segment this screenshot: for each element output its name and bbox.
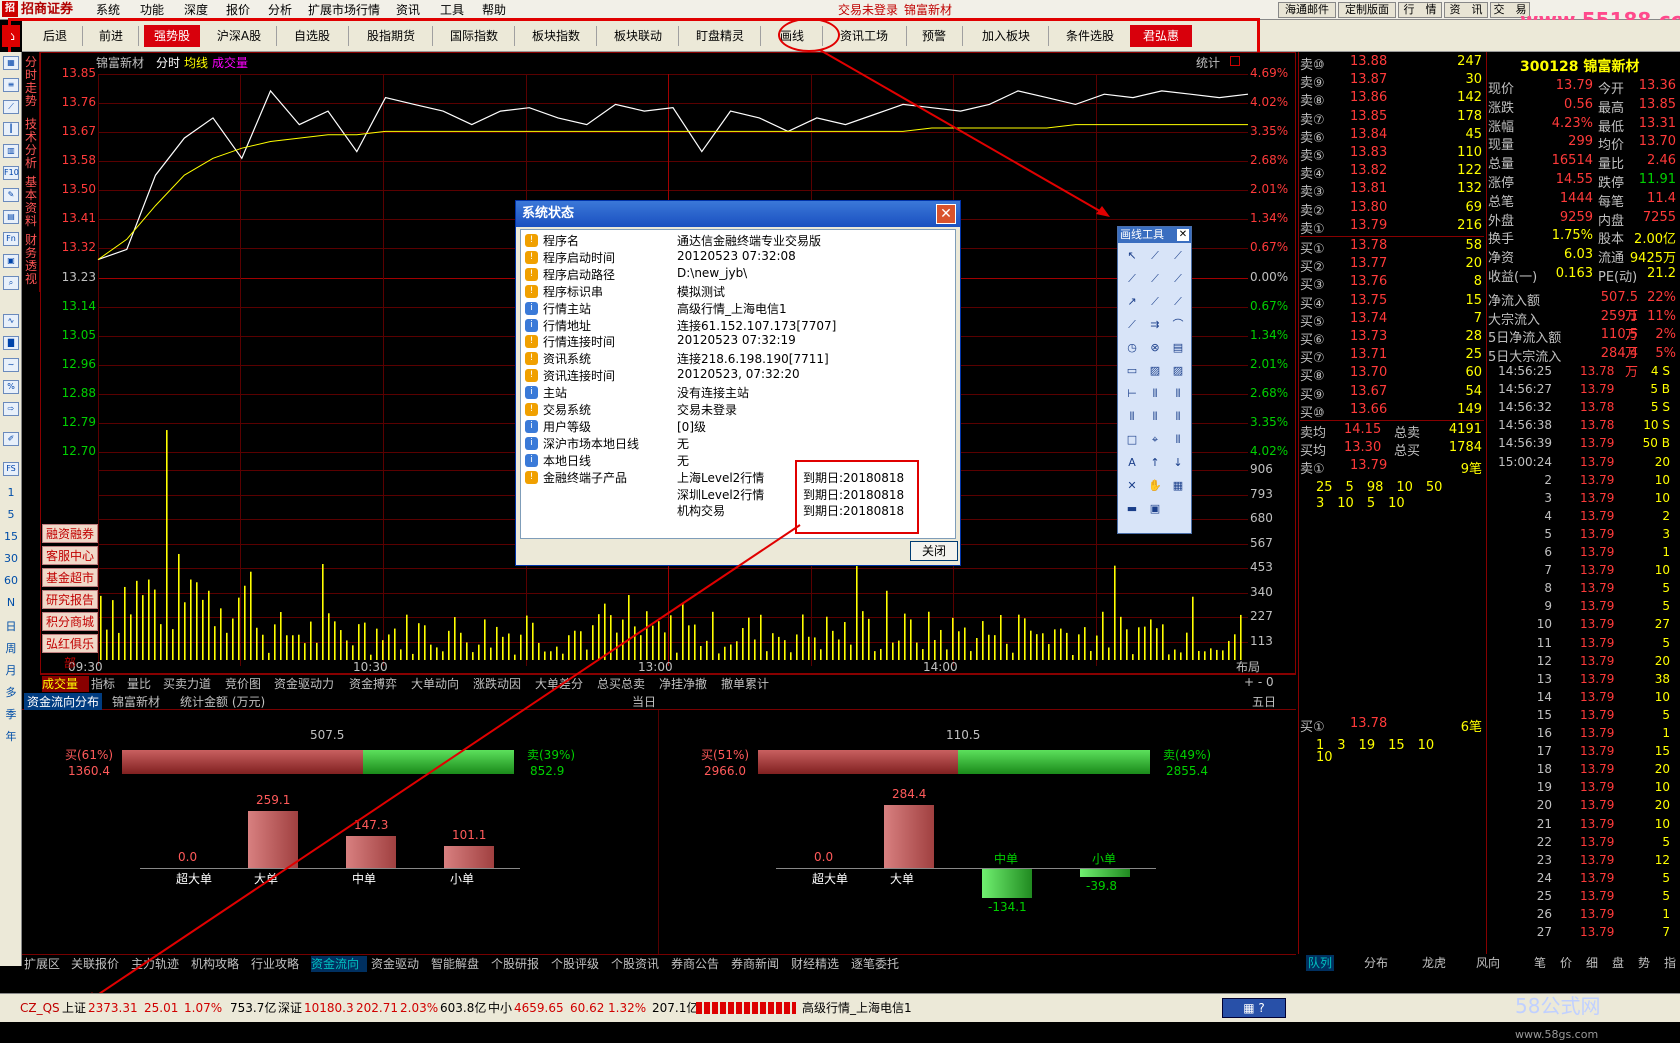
watermark-bottom-url: www.58gs.com	[1515, 1028, 1599, 1041]
sh-index-change: 25.01	[144, 1001, 179, 1015]
sz-index-label[interactable]: 深证	[278, 1000, 302, 1016]
watermark-bottom: 58公式网 www.58gs.com	[1515, 990, 1680, 1043]
keyboard-help-icon[interactable]: ▦ ?	[1222, 998, 1286, 1018]
sh-index-value: 2373.31	[88, 1001, 138, 1015]
sme-index-label[interactable]: 中小	[488, 1000, 512, 1016]
sme-index-pct: 1.32%	[608, 1001, 647, 1015]
sz-index-value: 10180.3	[304, 1001, 354, 1015]
sh-index-label[interactable]: 上证	[62, 1000, 86, 1016]
annotation-arrows	[7, 49, 1110, 1022]
sme-index-value: 4659.65	[514, 1001, 564, 1015]
sz-index-amount: 603.8亿	[440, 1001, 487, 1015]
sme-index-amount: 207.1亿	[652, 1001, 699, 1015]
market-breadth-bar	[696, 1002, 796, 1014]
feed-server: 高级行情_上海电信1	[802, 1001, 912, 1015]
watermark-bottom-label: 58公式网	[1515, 994, 1601, 1018]
sz-index-change: 202.71	[356, 1001, 398, 1015]
sz-index-pct: 2.03%	[400, 1001, 439, 1015]
status-account[interactable]: CZ_QS	[20, 1000, 60, 1016]
sh-index-pct: 1.07%	[184, 1001, 223, 1015]
sme-index-change: 60.62	[570, 1001, 605, 1015]
sh-index-amount: 753.7亿	[230, 1001, 277, 1015]
status-bar: CZ_QS 上证 2373.31 25.01 1.07% 753.7亿 深证 1…	[0, 993, 1680, 1022]
